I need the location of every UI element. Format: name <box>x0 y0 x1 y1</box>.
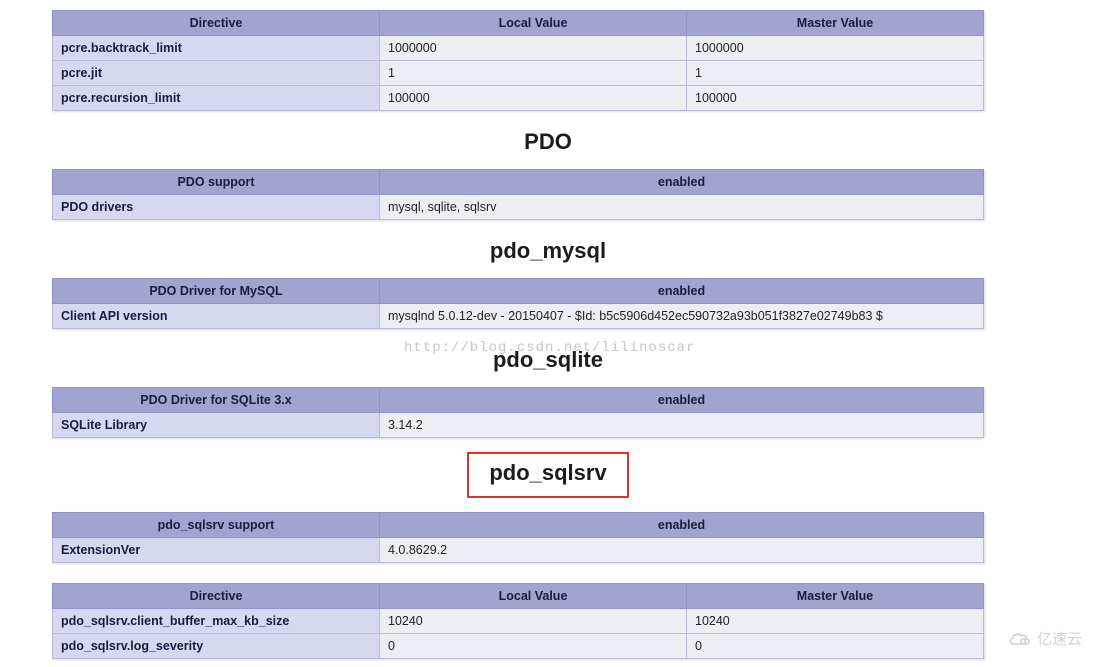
directive-master: 100000 <box>687 86 984 111</box>
client-api-version-value: mysqlnd 5.0.12-dev - 20150407 - $Id: b5c… <box>380 304 984 329</box>
table-row: PDO drivers mysql, sqlite, sqlsrv <box>53 195 984 220</box>
table-row: SQLite Library 3.14.2 <box>53 413 984 438</box>
col-local-value: Local Value <box>380 584 687 609</box>
col-enabled: enabled <box>380 279 984 304</box>
col-pdo-mysql-driver: PDO Driver for MySQL <box>53 279 380 304</box>
pcre-directives-table: Directive Local Value Master Value pcre.… <box>52 10 984 111</box>
pdo-sqlite-table: PDO Driver for SQLite 3.x enabled SQLite… <box>52 387 984 438</box>
col-master-value: Master Value <box>687 584 984 609</box>
directive-master: 10240 <box>687 609 984 634</box>
directive-master: 1000000 <box>687 36 984 61</box>
section-heading-pdo: PDO <box>52 129 1044 155</box>
table-header-row: Directive Local Value Master Value <box>53 584 984 609</box>
table-header-row: PDO support enabled <box>53 170 984 195</box>
pdo-sqlsrv-directives-table: Directive Local Value Master Value pdo_s… <box>52 583 984 659</box>
pdo-support-table: PDO support enabled PDO drivers mysql, s… <box>52 169 984 220</box>
pdo-drivers-key: PDO drivers <box>53 195 380 220</box>
table-row: pcre.backtrack_limit 1000000 1000000 <box>53 36 984 61</box>
directive-local: 0 <box>380 634 687 659</box>
directive-name: pcre.backtrack_limit <box>53 36 380 61</box>
sqlite-library-value: 3.14.2 <box>380 413 984 438</box>
section-heading-pdo-mysql: pdo_mysql <box>52 238 1044 264</box>
phpinfo-page: Directive Local Value Master Value pcre.… <box>0 0 1096 667</box>
table-row: Client API version mysqlnd 5.0.12-dev - … <box>53 304 984 329</box>
directive-local: 10240 <box>380 609 687 634</box>
directive-name: pcre.jit <box>53 61 380 86</box>
col-local-value: Local Value <box>380 11 687 36</box>
cloud-icon <box>1007 630 1033 648</box>
directive-master: 1 <box>687 61 984 86</box>
col-pdo-sqlite-driver: PDO Driver for SQLite 3.x <box>53 388 380 413</box>
table-row: pcre.jit 1 1 <box>53 61 984 86</box>
section-heading-pdo-sqlsrv: pdo_sqlsrv <box>467 452 628 498</box>
col-pdo-support: PDO support <box>53 170 380 195</box>
table-header-row: pdo_sqlsrv support enabled <box>53 513 984 538</box>
col-directive: Directive <box>53 584 380 609</box>
directive-local: 1 <box>380 61 687 86</box>
col-directive: Directive <box>53 11 380 36</box>
table-header-row: Directive Local Value Master Value <box>53 11 984 36</box>
directive-local: 1000000 <box>380 36 687 61</box>
watermark-brand: 亿速云 <box>1007 628 1082 649</box>
spacer <box>52 567 1044 583</box>
table-header-row: PDO Driver for MySQL enabled <box>53 279 984 304</box>
table-row: ExtensionVer 4.0.8629.2 <box>53 538 984 563</box>
pdo-mysql-table: PDO Driver for MySQL enabled Client API … <box>52 278 984 329</box>
pdo-drivers-value: mysql, sqlite, sqlsrv <box>380 195 984 220</box>
extensionver-key: ExtensionVer <box>53 538 380 563</box>
extensionver-value: 4.0.8629.2 <box>380 538 984 563</box>
pdo-sqlsrv-support-table: pdo_sqlsrv support enabled ExtensionVer … <box>52 512 984 563</box>
col-enabled: enabled <box>380 170 984 195</box>
col-enabled: enabled <box>380 388 984 413</box>
table-header-row: PDO Driver for SQLite 3.x enabled <box>53 388 984 413</box>
table-row: pcre.recursion_limit 100000 100000 <box>53 86 984 111</box>
watermark-brand-text: 亿速云 <box>1037 628 1082 649</box>
directive-master: 0 <box>687 634 984 659</box>
col-pdo-sqlsrv-support: pdo_sqlsrv support <box>53 513 380 538</box>
table-row: pdo_sqlsrv.log_severity 0 0 <box>53 634 984 659</box>
section-heading-wrap: pdo_sqlsrv <box>52 452 1044 498</box>
table-row: pdo_sqlsrv.client_buffer_max_kb_size 102… <box>53 609 984 634</box>
col-enabled: enabled <box>380 513 984 538</box>
section-heading-pdo-sqlite: pdo_sqlite <box>52 347 1044 373</box>
directive-name: pdo_sqlsrv.client_buffer_max_kb_size <box>53 609 380 634</box>
directive-local: 100000 <box>380 86 687 111</box>
directive-name: pcre.recursion_limit <box>53 86 380 111</box>
client-api-version-key: Client API version <box>53 304 380 329</box>
directive-name: pdo_sqlsrv.log_severity <box>53 634 380 659</box>
sqlite-library-key: SQLite Library <box>53 413 380 438</box>
col-master-value: Master Value <box>687 11 984 36</box>
